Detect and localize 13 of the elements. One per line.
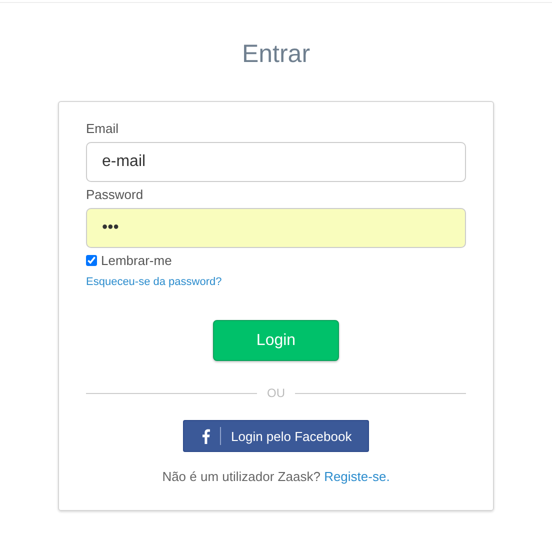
email-field[interactable]: e-mail — [86, 142, 466, 182]
password-label: Password — [86, 186, 144, 203]
email-label: Email — [86, 120, 119, 137]
password-field[interactable]: ••• — [86, 208, 466, 248]
signup-prompt: Não é um utilizador Zaask? Registe-se. — [161, 469, 391, 484]
page-title: Entrar — [242, 39, 310, 69]
forgot-password-link[interactable]: Esqueceu-se da password? — [86, 276, 222, 288]
signup-link[interactable]: Registe-se. — [324, 469, 390, 484]
remember-label: Lembrar-me — [101, 253, 172, 268]
remember-checkbox[interactable] — [86, 255, 97, 266]
facebook-icon — [202, 428, 210, 444]
divider-label: OU — [267, 386, 285, 400]
facebook-login-button[interactable]: Login pelo Facebook — [183, 420, 369, 452]
